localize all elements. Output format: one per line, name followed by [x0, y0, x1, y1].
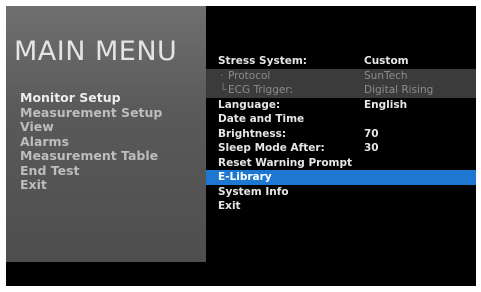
- submenu-item-value: 70: [364, 127, 379, 140]
- submenu-item-value: Custom: [364, 55, 409, 67]
- submenu-item-brightness[interactable]: Brightness: 70: [206, 127, 476, 142]
- submenu-item-value: 30: [364, 142, 379, 154]
- submenu-item-label: ECG Trigger:: [228, 84, 294, 96]
- submenu-item-sleep-mode-after[interactable]: Sleep Mode After: 30: [206, 141, 476, 156]
- main-menu-item-measurement-setup[interactable]: Measurement Setup: [20, 105, 162, 121]
- submenu-item-label: Stress System:: [218, 55, 307, 67]
- submenu-item-label: Date and Time: [218, 113, 305, 125]
- submenu-item-system-info[interactable]: System Info: [206, 185, 476, 200]
- submenu-item-protocol[interactable]: · Protocol SunTech: [206, 68, 476, 83]
- submenu-item-label: Protocol: [228, 69, 271, 82]
- submenu-item-label: E-Library: [218, 171, 272, 183]
- submenu-item-ecg-trigger[interactable]: └ ECG Trigger: Digital Rising: [206, 83, 476, 98]
- submenu-item-value: Digital Rising: [364, 84, 434, 96]
- submenu-item-label: Reset Warning Prompt: [218, 156, 353, 169]
- submenu-item-e-library[interactable]: E-Library: [206, 170, 476, 185]
- monitor-setup-submenu: Stress System: Custom · Protocol SunTech…: [206, 54, 476, 214]
- submenu-item-language[interactable]: Language: English: [206, 98, 476, 113]
- main-menu-item-view[interactable]: View: [20, 119, 162, 135]
- submenu-item-value: SunTech: [364, 69, 408, 82]
- submenu-item-reset-warning-prompt[interactable]: Reset Warning Prompt: [206, 156, 476, 171]
- submenu-item-label: Language:: [218, 98, 281, 111]
- submenu-item-label: System Info: [218, 185, 289, 198]
- main-menu-item-monitor-setup[interactable]: Monitor Setup: [20, 90, 162, 106]
- main-menu-item-end-test[interactable]: End Test: [20, 163, 162, 179]
- submenu-item-label: Brightness:: [218, 127, 287, 140]
- main-menu-item-alarms[interactable]: Alarms: [20, 134, 162, 150]
- main-menu-item-measurement-table[interactable]: Measurement Table: [20, 148, 162, 164]
- submenu-item-date-and-time[interactable]: Date and Time: [206, 112, 476, 127]
- device-screen: MAIN MENU Monitor Setup Measurement Setu…: [6, 6, 476, 286]
- main-menu-title: MAIN MENU: [14, 36, 178, 67]
- monitor-setup-submenu-panel: Stress System: Custom · Protocol SunTech…: [206, 6, 476, 286]
- main-menu-list: Monitor Setup Measurement Setup View Ala…: [20, 90, 162, 193]
- main-menu-panel: MAIN MENU Monitor Setup Measurement Setu…: [6, 6, 206, 262]
- submenu-item-exit[interactable]: Exit: [206, 199, 476, 214]
- main-menu-item-exit[interactable]: Exit: [20, 177, 162, 193]
- submenu-item-label: Exit: [218, 200, 241, 212]
- submenu-item-label: Sleep Mode After:: [218, 142, 325, 154]
- submenu-item-value: English: [364, 98, 408, 111]
- submenu-item-stress-system[interactable]: Stress System: Custom: [206, 54, 476, 69]
